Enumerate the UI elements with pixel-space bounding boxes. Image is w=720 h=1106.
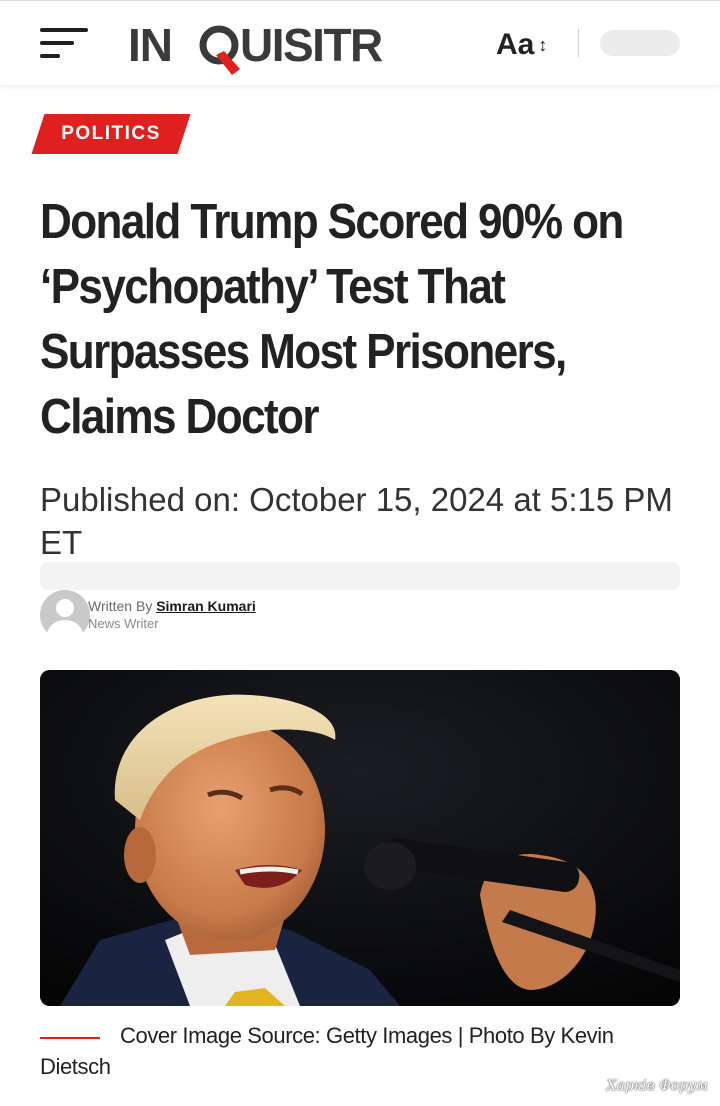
author-name-link[interactable]: Simran Kumari (156, 598, 256, 614)
svg-text:UISITR: UISITR (240, 19, 383, 71)
published-date: Published on: October 15, 2024 at 5:15 P… (40, 481, 673, 561)
watermark: Харків Форум (606, 1078, 708, 1094)
author-role: News Writer (88, 616, 159, 631)
header-divider (578, 29, 579, 57)
cover-image (40, 670, 680, 1006)
user-avatar-placeholder-icon (56, 599, 74, 617)
category-label: POLITICS (61, 123, 161, 144)
hamburger-menu-icon[interactable] (40, 28, 90, 62)
font-size-toggle[interactable]: Aa ↕ (496, 25, 560, 65)
article-headline: Donald Trump Scored 90% on ‘Psychopathy’… (40, 195, 624, 444)
font-toggle-label: Aa (496, 28, 535, 61)
site-header: IN UISITR Aa ↕ (0, 0, 720, 85)
theme-toggle-pill[interactable] (600, 30, 680, 56)
placeholder-bar (40, 562, 680, 590)
author-avatar[interactable] (40, 590, 90, 640)
svg-text:IN: IN (128, 19, 172, 71)
site-logo[interactable]: IN UISITR (128, 17, 388, 75)
image-caption: Cover Image Source: Getty Images | Photo… (40, 1023, 614, 1079)
font-size-arrows-icon: ↕ (538, 35, 548, 55)
author-byline: Written By Simran Kumari (88, 597, 256, 615)
byline-prefix: Written By (88, 598, 157, 614)
category-tag[interactable]: POLITICS (31, 114, 191, 154)
